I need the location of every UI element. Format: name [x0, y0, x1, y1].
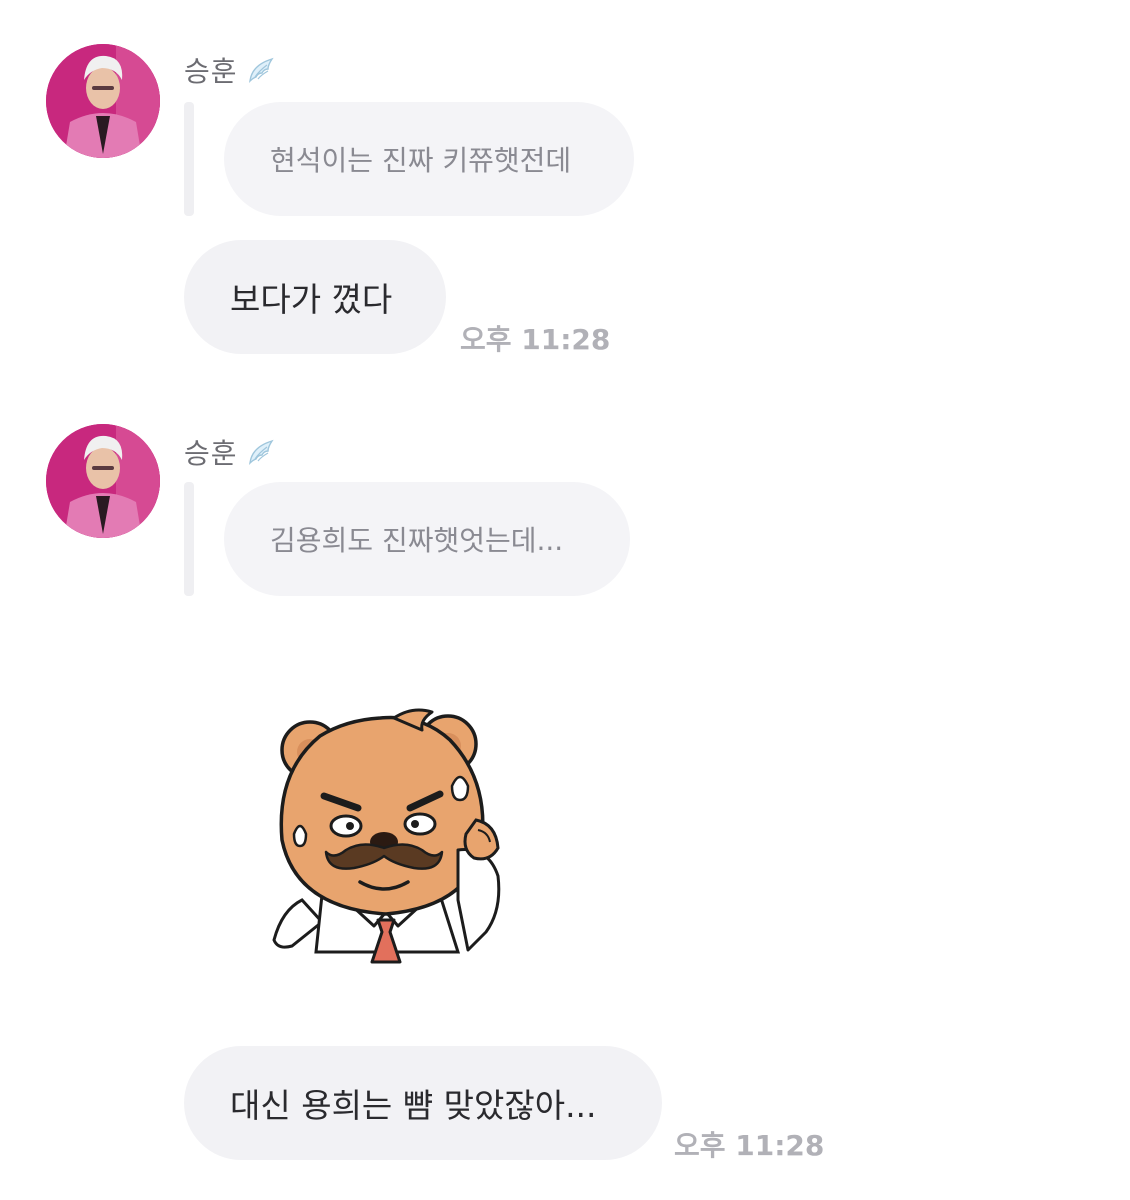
message-bubble[interactable]: 대신 용희는 뺨 맞았잖아...: [184, 1046, 662, 1160]
wing-icon: [246, 437, 276, 467]
message-text: 보다가 꼈다: [230, 280, 393, 319]
sender-avatar[interactable]: [46, 424, 160, 538]
reply-quote-bubble[interactable]: 김용희도 진짜햇엇는데...: [224, 482, 630, 596]
reply-indicator-bar: [184, 482, 194, 596]
sender-name: 승훈: [184, 437, 238, 470]
sender-avatar[interactable]: [46, 44, 160, 158]
reply-indicator-bar: [184, 102, 194, 216]
bear-sticker-image: [272, 708, 501, 964]
reply-quote-text: 현석이는 진짜 키쮸햇전데: [270, 144, 572, 177]
message-timestamp: 오후 11:28: [674, 1129, 825, 1162]
message-timestamp: 오후 11:28: [460, 323, 611, 356]
mustache-bear-sticker[interactable]: [262, 700, 522, 970]
message-bubble[interactable]: 보다가 꼈다: [184, 240, 446, 354]
sender-row: 승훈: [184, 432, 276, 472]
avatar-photo: [46, 44, 160, 158]
reply-quote-text: 김용희도 진짜햇엇는데...: [270, 524, 564, 557]
message-text: 대신 용희는 뺨 맞았잖아...: [230, 1086, 597, 1125]
wing-icon: [246, 55, 276, 85]
sender-name: 승훈: [184, 55, 238, 88]
avatar-photo: [46, 424, 160, 538]
sender-row: 승훈: [184, 50, 276, 90]
reply-quote-bubble[interactable]: 현석이는 진짜 키쮸햇전데: [224, 102, 634, 216]
